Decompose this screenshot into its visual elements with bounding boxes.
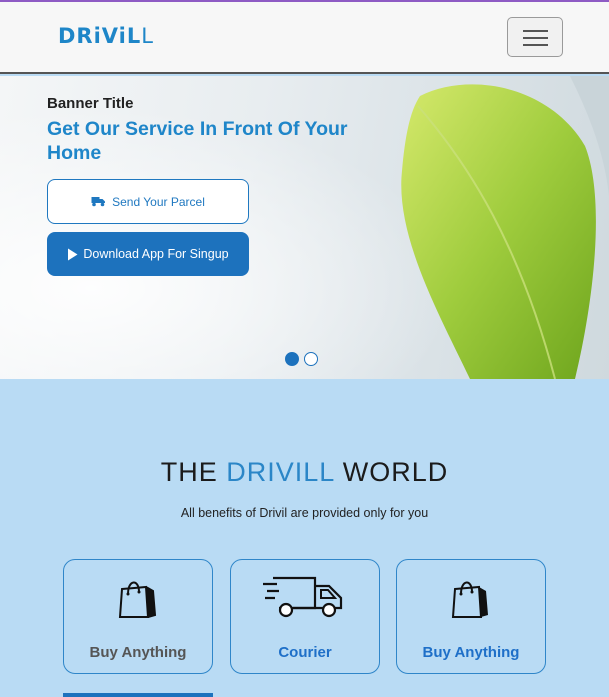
card-active-indicator (63, 693, 213, 697)
carousel-indicators (285, 352, 318, 366)
send-parcel-label: Send Your Parcel (112, 194, 205, 209)
section-title: THE DRIVILL WORLD (160, 457, 449, 487)
download-app-button[interactable]: Download App For Singup (47, 232, 249, 276)
service-card-buy-anything-2[interactable]: Buy Anything (396, 559, 546, 674)
service-card-label: Courier (278, 644, 332, 661)
banner-subtitle: Banner Title (47, 95, 134, 112)
play-icon (68, 248, 78, 260)
section-subtitle: All benefits of Drivil are provided only… (180, 506, 429, 520)
shopping-bag-icon (118, 581, 157, 618)
navbar: DRiViLL (0, 2, 609, 74)
hamburger-icon (523, 30, 548, 32)
hero-carousel: Banner Title Get Our Service In Front Of… (0, 76, 609, 379)
send-parcel-button[interactable]: Send Your Parcel (47, 179, 249, 224)
service-card-label: Buy Anything (89, 644, 187, 661)
menu-toggle-button[interactable] (507, 17, 563, 57)
shopping-bag-icon (451, 581, 488, 618)
carousel-dot-2[interactable] (304, 352, 318, 366)
download-app-label: Download App For Singup (83, 247, 229, 261)
service-card-label: Buy Anything (422, 644, 520, 661)
truck-icon (91, 197, 106, 207)
carousel-dot-1[interactable] (285, 352, 299, 366)
brand-logo[interactable]: DRiViLL (58, 24, 154, 48)
banner-title: Get Our Service In Front Of Your Home (47, 118, 348, 164)
service-card-courier[interactable]: Courier (230, 559, 380, 674)
delivery-truck-icon (263, 576, 343, 618)
service-card-buy-anything[interactable]: Buy Anything (63, 559, 213, 674)
